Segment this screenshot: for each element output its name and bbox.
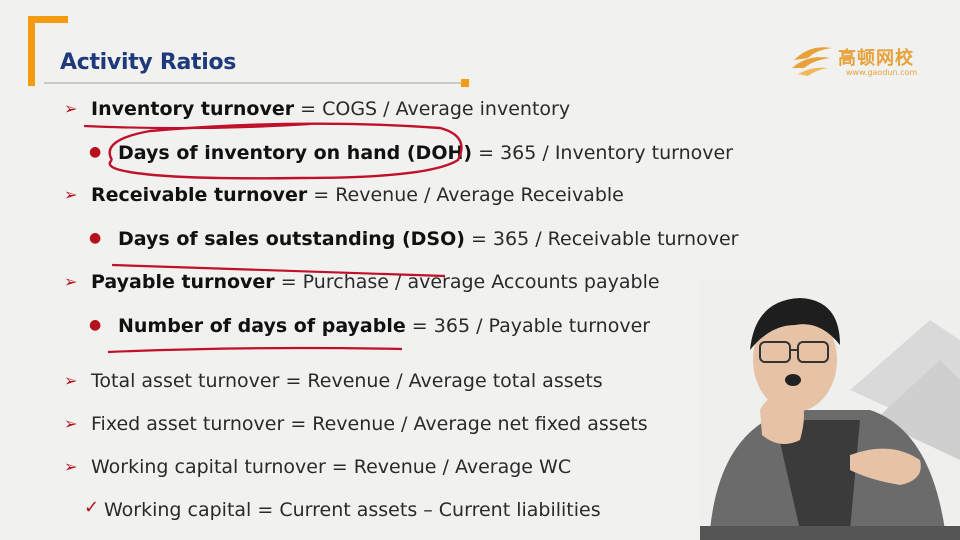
arrow-bullet-icon: ➢	[64, 457, 78, 476]
formula: = Revenue / Average Receivable	[307, 184, 624, 206]
ink-underline-inventory	[83, 122, 311, 130]
term: Days of sales outstanding (DSO)	[118, 228, 465, 250]
arrow-bullet-icon: ➢	[64, 272, 78, 291]
title-divider-dot	[461, 79, 469, 87]
logo-text: 高顿网校	[838, 48, 914, 69]
term: Number of days of payable	[118, 315, 406, 337]
term: Inventory turnover	[91, 98, 295, 120]
content-line: Inventory turnover = COGS / Average inve…	[91, 98, 570, 120]
content-line: Working capital = Current assets – Curre…	[104, 499, 601, 521]
arrow-bullet-icon: ➢	[64, 185, 78, 204]
dot-bullet-icon: ●	[89, 230, 102, 246]
logo-swoosh-icon	[792, 47, 832, 76]
formula: = 365 / Payable turnover	[405, 315, 651, 337]
term: Receivable turnover	[91, 184, 308, 206]
ink-underline-payable	[107, 346, 403, 354]
formula: = 365 / Inventory turnover	[472, 142, 733, 164]
logo-url: www.gaodun.com	[846, 68, 918, 77]
presenter-video	[700, 280, 960, 540]
content-line: Days of inventory on hand (DOH) = 365 / …	[118, 142, 733, 164]
term: Payable turnover	[91, 271, 275, 293]
formula: = Purchase / average Accounts payable	[274, 271, 660, 293]
slide: Activity Ratios 高顿网校 www.gaodun.com ➢ In…	[0, 0, 960, 540]
content-line: Working capital turnover = Revenue / Ave…	[91, 456, 572, 478]
formula: = COGS / Average inventory	[294, 98, 571, 120]
content-line: Receivable turnover = Revenue / Average …	[91, 184, 624, 206]
term: Days of inventory on hand (DOH)	[118, 142, 473, 164]
content-line: Payable turnover = Purchase / average Ac…	[91, 271, 660, 293]
check-bullet-icon: ✓	[84, 497, 100, 518]
dot-bullet-icon: ●	[89, 317, 102, 333]
content-line: Days of sales outstanding (DSO) = 365 / …	[118, 228, 738, 250]
content-line: Total asset turnover = Revenue / Average…	[91, 370, 603, 392]
content-line: Number of days of payable = 365 / Payabl…	[118, 315, 650, 337]
arrow-bullet-icon: ➢	[64, 99, 78, 118]
content-line: Fixed asset turnover = Revenue / Average…	[91, 413, 648, 435]
arrow-bullet-icon: ➢	[64, 371, 78, 390]
dot-bullet-icon: ●	[89, 144, 102, 160]
corner-accent-vertical	[28, 16, 35, 86]
formula: = 365 / Receivable turnover	[464, 228, 739, 250]
slide-title: Activity Ratios	[60, 50, 237, 75]
arrow-bullet-icon: ➢	[64, 414, 78, 433]
presenter-figure	[700, 280, 960, 540]
gaodun-logo: 高顿网校 www.gaodun.com	[790, 38, 930, 82]
corner-accent-horizontal	[28, 16, 68, 23]
title-divider	[44, 82, 464, 84]
